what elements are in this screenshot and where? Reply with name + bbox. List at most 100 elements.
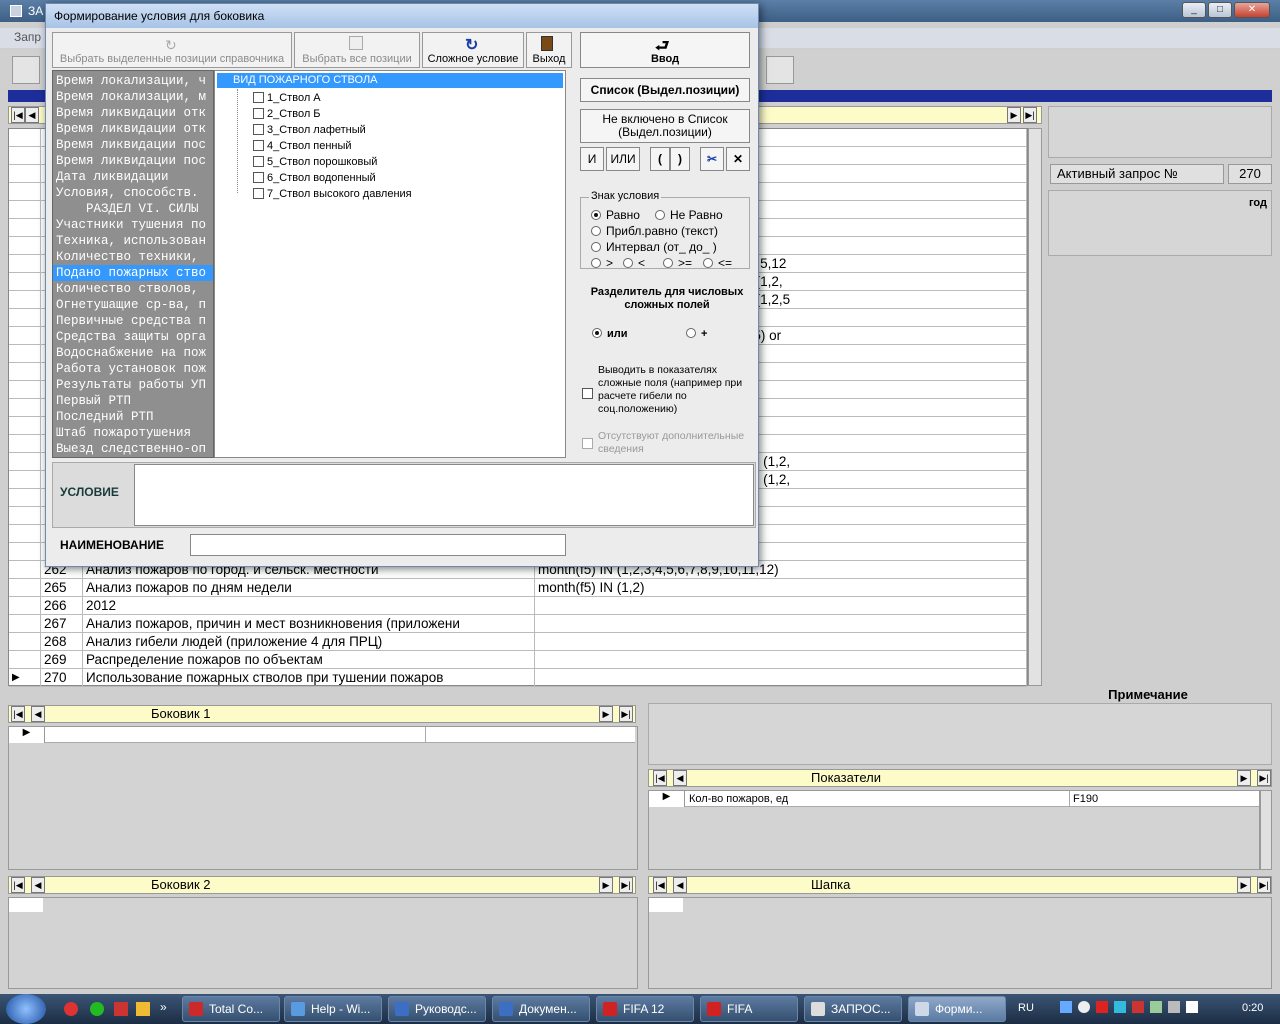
tree-checkbox[interactable] xyxy=(253,140,264,151)
nav-prev-icon[interactable]: ◀ xyxy=(25,107,39,123)
quicklaunch-more-icon[interactable]: » xyxy=(160,1000,167,1014)
table-row[interactable]: 268 Анализ гибели людей (приложение 4 для… xyxy=(9,633,1027,651)
tree-checkbox[interactable] xyxy=(253,108,264,119)
and-button[interactable]: И xyxy=(580,147,604,171)
field-list-item[interactable]: Время ликвидации пос xyxy=(53,153,213,169)
language-indicator[interactable]: RU xyxy=(1018,1002,1034,1014)
field-list-item[interactable]: Первый РТП xyxy=(53,393,213,409)
tree-checkbox[interactable] xyxy=(253,172,264,183)
field-list-item[interactable]: Водоснабжение на пож xyxy=(53,345,213,361)
tray-network-icon[interactable] xyxy=(1060,1001,1072,1013)
not-in-list-button[interactable]: Не включено в Список (Выдел.позиции) xyxy=(580,109,750,143)
sign-ge-radio[interactable]: >= xyxy=(663,256,692,270)
sign-approx-radio[interactable]: Прибл.равно (текст) xyxy=(591,224,718,238)
lparen-button[interactable]: ( xyxy=(650,147,670,171)
start-button[interactable] xyxy=(6,994,46,1024)
pokazateli-row[interactable]: Кол-во пожаров, ед F190 xyxy=(685,791,1259,807)
field-list-item[interactable]: Время ликвидации пос xyxy=(53,137,213,153)
field-list-item[interactable]: Время локализации, ч xyxy=(53,73,213,89)
shapka-cell[interactable] xyxy=(649,898,683,912)
nav-last-icon[interactable]: ▶| xyxy=(1023,107,1037,123)
close-button[interactable]: ✕ xyxy=(1234,2,1270,18)
tree-item[interactable]: 1_Ствол А xyxy=(237,91,321,106)
tray-flag-icon[interactable] xyxy=(1186,1001,1198,1013)
taskbar-item[interactable]: Total Co... xyxy=(182,996,280,1022)
s-last-icon[interactable]: ▶| xyxy=(1257,877,1271,893)
exit-button[interactable]: Выход xyxy=(526,32,572,68)
sep-plus-radio[interactable]: + xyxy=(686,328,707,340)
p-last-icon[interactable]: ▶| xyxy=(1257,770,1271,786)
s-next-icon[interactable]: ▶ xyxy=(1237,877,1251,893)
field-list-item[interactable]: Огнетушащие ср-ва, п xyxy=(53,297,213,313)
field-list-item[interactable]: Результаты работы УП xyxy=(53,377,213,393)
field-list-item[interactable]: Последний РТП xyxy=(53,409,213,425)
tree-checkbox[interactable] xyxy=(253,92,264,103)
field-list-item[interactable]: Количество стволов, xyxy=(53,281,213,297)
toolbar-button-left[interactable] xyxy=(12,56,40,84)
sign-le-radio[interactable]: <= xyxy=(703,256,732,270)
name-input[interactable] xyxy=(190,534,566,556)
b1-last-icon[interactable]: ▶| xyxy=(619,706,633,722)
taskbar-item[interactable]: Руководс... xyxy=(388,996,486,1022)
rparen-button[interactable]: ) xyxy=(670,147,690,171)
field-list-item[interactable]: Время ликвидации отк xyxy=(53,105,213,121)
pokazateli-scrollbar[interactable] xyxy=(1260,790,1272,870)
complex-condition-button[interactable]: ↻ Сложное условие xyxy=(422,32,524,68)
clear-button[interactable]: ✕ xyxy=(726,147,750,171)
tree-item[interactable]: 3_Ствол лафетный xyxy=(237,123,366,138)
list-button[interactable]: Список (Выдел.позиции) xyxy=(580,78,750,102)
p-first-icon[interactable]: |◀ xyxy=(653,770,667,786)
field-list-item[interactable]: Работа установок пож xyxy=(53,361,213,377)
field-list-item[interactable]: Выезд следственно-оп xyxy=(53,441,213,457)
table-row[interactable]: 265 Анализ пожаров по дням недели month(f5… xyxy=(9,579,1027,597)
b1-next-icon[interactable]: ▶ xyxy=(599,706,613,722)
sign-interval-radio[interactable]: Интервал (от_ до_ ) xyxy=(591,240,717,254)
quicklaunch-paint-icon[interactable] xyxy=(136,1002,150,1016)
taskbar-item[interactable]: FIFA xyxy=(700,996,798,1022)
s-first-icon[interactable]: |◀ xyxy=(653,877,667,893)
field-list-item[interactable]: Средства защиты орга xyxy=(53,329,213,345)
tray-tools-icon[interactable] xyxy=(1150,1001,1162,1013)
condition-input[interactable] xyxy=(134,464,754,526)
taskbar-item[interactable]: Докумен... xyxy=(492,996,590,1022)
nav-first-icon[interactable]: |◀ xyxy=(11,107,25,123)
select-all-button[interactable]: Выбрать все позиции xyxy=(294,32,420,68)
tray-gear-icon[interactable] xyxy=(1078,1001,1090,1013)
b1-prev-icon[interactable]: ◀ xyxy=(31,706,45,722)
field-list-item[interactable]: Техника, использован xyxy=(53,233,213,249)
b2-next-icon[interactable]: ▶ xyxy=(599,877,613,893)
field-list-item[interactable]: Штаб пожаротушения xyxy=(53,425,213,441)
quicklaunch-tools-icon[interactable] xyxy=(114,1002,128,1016)
tray-error-icon[interactable] xyxy=(1096,1001,1108,1013)
cut-button[interactable]: ✂ xyxy=(700,147,724,171)
field-list-item[interactable]: Дата ликвидации xyxy=(53,169,213,185)
missing-info-checkbox[interactable] xyxy=(582,436,596,450)
table-row[interactable]: 266 2012 xyxy=(9,597,1027,615)
tree-checkbox[interactable] xyxy=(253,156,264,167)
taskbar-item[interactable]: Help - Wi... xyxy=(284,996,382,1022)
tree-checkbox[interactable] xyxy=(253,188,264,199)
bokovik1-row[interactable] xyxy=(45,727,635,743)
b2-first-icon[interactable]: |◀ xyxy=(11,877,25,893)
tree-root[interactable]: ВИД ПОЖАРНОГО СТВОЛА xyxy=(217,73,563,88)
sign-neq-radio[interactable]: Не Равно xyxy=(655,208,723,222)
tree-item[interactable]: 6_Ствол водопенный xyxy=(237,171,376,186)
sep-or-radio[interactable]: или xyxy=(592,328,628,340)
field-list-item[interactable]: Участники тушения по xyxy=(53,217,213,233)
output-complex-checkbox[interactable] xyxy=(582,386,596,400)
enter-button[interactable]: ⮐ Ввод xyxy=(580,32,750,68)
or-button[interactable]: ИЛИ xyxy=(606,147,640,171)
quicklaunch-chrome-icon[interactable] xyxy=(64,1002,78,1016)
b1-first-icon[interactable]: |◀ xyxy=(11,706,25,722)
clock[interactable]: 0:20 xyxy=(1242,1002,1263,1014)
sign-lt-radio[interactable]: < xyxy=(623,256,645,270)
field-list-item[interactable]: РАЗДЕЛ VI. СИЛЫ xyxy=(53,201,213,217)
tray-volume-icon[interactable] xyxy=(1168,1001,1180,1013)
quicklaunch-flower-icon[interactable] xyxy=(90,1002,104,1016)
grid-scrollbar[interactable] xyxy=(1028,128,1042,686)
toolbar-button-right[interactable] xyxy=(766,56,794,84)
minimize-button[interactable]: _ xyxy=(1182,2,1206,18)
sign-eq-radio[interactable]: Равно xyxy=(591,208,640,222)
tree-checkbox[interactable] xyxy=(253,124,264,135)
field-list-item[interactable]: Условия, способств. xyxy=(53,185,213,201)
